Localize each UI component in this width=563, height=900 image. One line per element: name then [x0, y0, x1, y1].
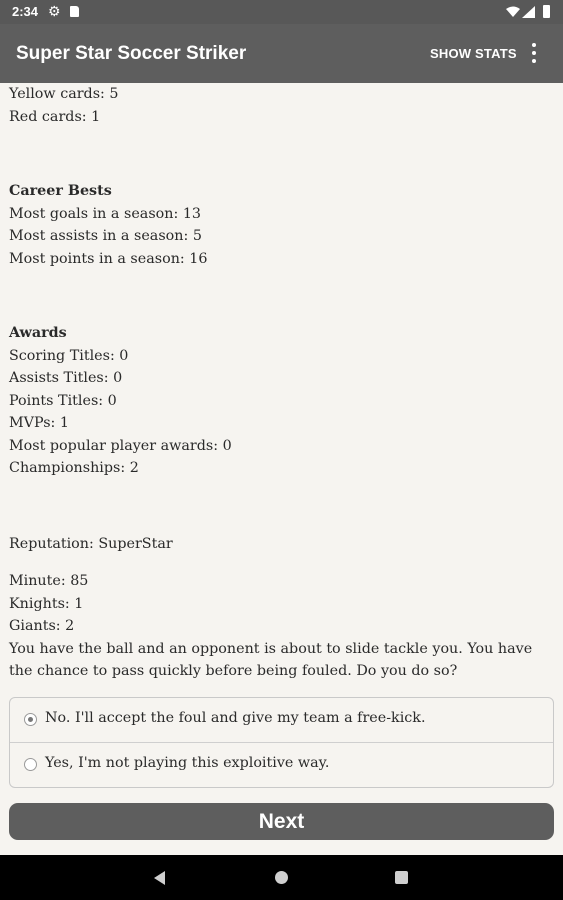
answer-options: No. I'll accept the foul and give my tea…: [9, 697, 554, 788]
score-knights: Knights: 1: [9, 595, 84, 612]
signal-icon: [522, 6, 535, 18]
yellow-cards: Yellow cards: 5: [9, 86, 119, 102]
reputation: Reputation: SuperStar: [9, 535, 173, 552]
show-stats-button[interactable]: SHOW STATS: [430, 46, 517, 61]
home-icon[interactable]: [275, 871, 288, 884]
app-bar: Super Star Soccer Striker SHOW STATS: [0, 24, 563, 83]
option-no[interactable]: No. I'll accept the foul and give my tea…: [10, 698, 553, 742]
award-assists-titles: Assists Titles: 0: [9, 370, 123, 386]
battery-icon: [543, 5, 550, 18]
recents-icon[interactable]: [395, 871, 408, 884]
awards-heading: Awards: [9, 325, 67, 341]
game-minute: Minute: 85: [9, 573, 89, 589]
option-yes[interactable]: Yes, I'm not playing this exploitive way…: [10, 743, 553, 787]
next-button[interactable]: Next: [9, 803, 554, 840]
sd-card-icon: [70, 6, 79, 17]
app-title: Super Star Soccer Striker: [16, 43, 247, 64]
option-no-label: No. I'll accept the foul and give my tea…: [45, 710, 426, 726]
career-best-assists: Most assists in a season: 5: [9, 228, 202, 244]
status-bar: 2:34 ⚙: [0, 0, 563, 24]
option-yes-label: Yes, I'm not playing this exploitive way…: [45, 755, 330, 771]
red-cards: Red cards: 1: [9, 108, 101, 125]
back-icon[interactable]: [154, 871, 165, 885]
gear-icon: ⚙: [48, 3, 61, 19]
award-most-popular: Most popular player awards: 0: [9, 437, 232, 454]
stats-content: Yellow cards: 5 Red cards: 1 Career Best…: [9, 83, 554, 683]
award-points-titles: Points Titles: 0: [9, 392, 117, 409]
award-scoring-titles: Scoring Titles: 0: [9, 347, 129, 364]
wifi-icon: [506, 6, 520, 17]
status-time: 2:34: [12, 4, 39, 19]
more-vertical-icon[interactable]: [526, 39, 542, 67]
score-giants: Giants: 2: [9, 618, 75, 634]
question-text: You have the ball and an opponent is abo…: [9, 640, 533, 680]
radio-unselected-icon[interactable]: [24, 758, 37, 771]
radio-selected-icon[interactable]: [24, 713, 37, 726]
award-championships: Championships: 2: [9, 460, 139, 476]
career-bests-heading: Career Bests: [9, 183, 112, 199]
career-best-goals: Most goals in a season: 13: [9, 205, 202, 222]
career-best-points: Most points in a season: 16: [9, 250, 208, 267]
award-mvps: MVPs: 1: [9, 415, 69, 431]
navigation-bar: [0, 855, 563, 900]
